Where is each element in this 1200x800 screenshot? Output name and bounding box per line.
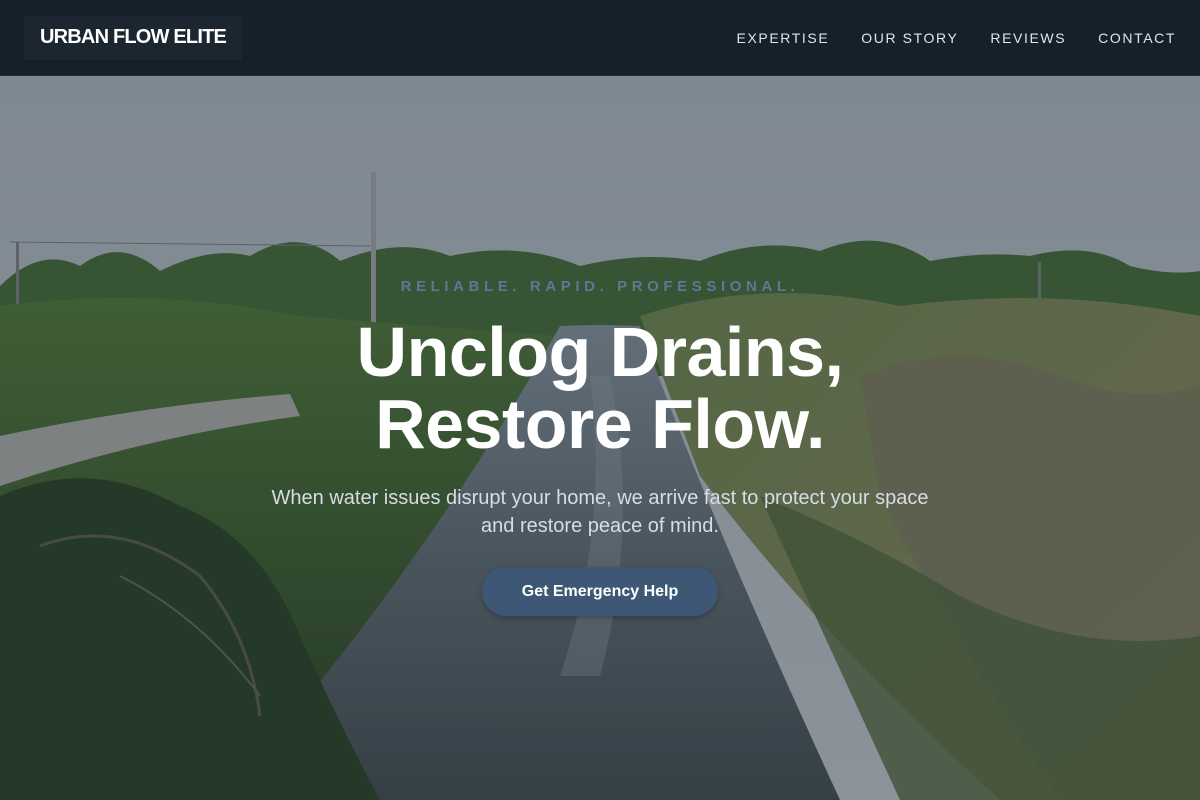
hero-headline-line-1: Unclog Drains, [356,313,844,391]
hero-section: RELIABLE. RAPID. PROFESSIONAL. Unclog Dr… [0,76,1200,800]
navbar: URBAN FLOW ELITE EXPERTISE OUR STORY REV… [0,0,1200,76]
hero-subtext: When water issues disrupt your home, we … [271,487,929,537]
hero-headline-line-2: Restore Flow. [375,385,825,463]
nav-link-reviews[interactable]: REVIEWS [990,30,1066,46]
hero-headline: Unclog Drains, Restore Flow. [0,316,1200,460]
nav-link-our-story[interactable]: OUR STORY [861,30,958,46]
nav-link-contact[interactable]: CONTACT [1098,30,1176,46]
page: URBAN FLOW ELITE EXPERTISE OUR STORY REV… [0,0,1200,800]
nav-links: EXPERTISE OUR STORY REVIEWS CONTACT [737,30,1176,46]
emergency-help-button[interactable]: Get Emergency Help [482,567,718,616]
hero-eyebrow: RELIABLE. RAPID. PROFESSIONAL. [400,278,800,295]
hero-content: RELIABLE. RAPID. PROFESSIONAL. Unclog Dr… [0,76,1200,800]
brand-logo[interactable]: URBAN FLOW ELITE [24,15,243,60]
nav-link-expertise[interactable]: EXPERTISE [737,30,830,46]
